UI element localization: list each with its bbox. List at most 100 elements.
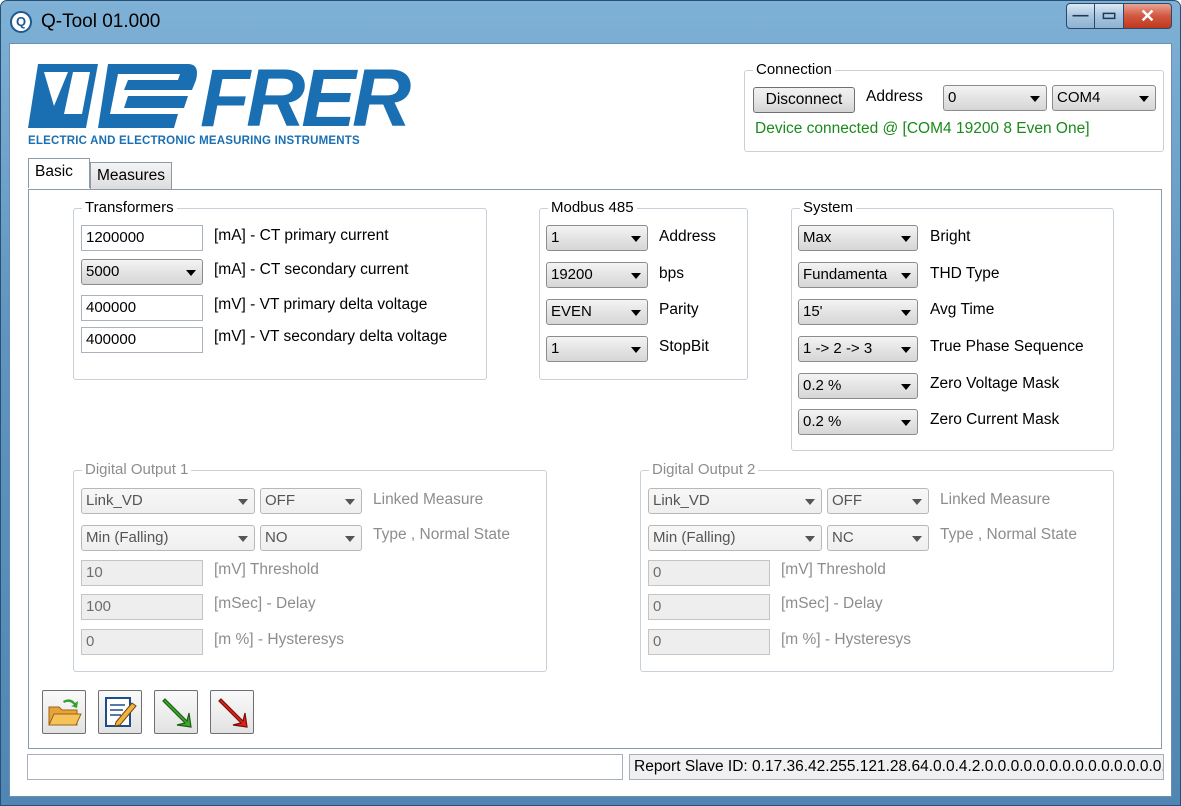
svg-text:FRER: FRER [200, 58, 411, 136]
chevron-down-icon [912, 499, 922, 505]
transformers-group: Transformers 1200000 [mA] - CT primary c… [73, 199, 487, 380]
ct-secondary-select[interactable]: 5000 [81, 259, 203, 285]
address-label: Address [866, 88, 923, 105]
stopbit-select[interactable]: 1 [546, 336, 648, 362]
do2-measure-select[interactable]: Link_VD [648, 488, 822, 514]
do1-state-select[interactable]: OFF [260, 488, 362, 514]
baud-label: bps [659, 265, 684, 282]
thd-type-select[interactable]: Fundamenta [798, 262, 918, 288]
do1-type-select[interactable]: Min (Falling) [81, 525, 255, 551]
zero-current-mask-label: Zero Current Mask [930, 411, 1060, 428]
do1-linked-label: Linked Measure [373, 491, 484, 508]
do1-delay-label: [mSec] - Delay [214, 595, 316, 612]
tab-measures[interactable]: Measures [90, 162, 172, 190]
connection-group: Connection Disconnect Address 0 COM4 Dev… [744, 61, 1164, 152]
do1-type-label: Type , Normal State [373, 526, 510, 543]
modbus-address-label: Address [659, 228, 716, 245]
chevron-down-icon [901, 384, 911, 390]
green-arrow-icon [162, 698, 192, 728]
phase-sequence-select[interactable]: 1 -> 2 -> 3 [798, 336, 918, 362]
avg-time-label: Avg Time [930, 301, 995, 318]
chevron-down-icon [238, 499, 248, 505]
do2-delay-input[interactable]: 0 [648, 594, 770, 620]
close-button[interactable]: ✕ [1124, 3, 1172, 29]
do2-threshold-input[interactable]: 0 [648, 560, 770, 586]
vt-secondary-label: [mV] - VT secondary delta voltage [214, 328, 448, 345]
digital-output-2-label: Digital Output 2 [649, 461, 759, 478]
status-left [27, 754, 623, 780]
stopbit-label: StopBit [659, 338, 709, 355]
parity-select[interactable]: EVEN [546, 299, 648, 325]
do1-threshold-label: [mV] Threshold [214, 561, 319, 578]
do1-delay-input[interactable]: 100 [81, 594, 203, 620]
parity-label: Parity [659, 301, 699, 318]
digital-output-2-group: Digital Output 2 Link_VD OFF Linked Meas… [640, 461, 1114, 672]
bright-select[interactable]: Max [798, 225, 918, 251]
disconnect-button[interactable]: Disconnect [753, 87, 855, 113]
ct-primary-input[interactable]: 1200000 [81, 225, 203, 251]
do1-measure-select[interactable]: Link_VD [81, 488, 255, 514]
red-arrow-icon [218, 698, 248, 728]
maximize-button[interactable]: ▭ [1095, 3, 1124, 29]
thd-type-label: THD Type [930, 265, 1000, 282]
chevron-down-icon [238, 536, 248, 542]
do2-threshold-label: [mV] Threshold [781, 561, 886, 578]
chevron-down-icon [345, 536, 355, 542]
do2-type-label: Type , Normal State [940, 526, 1077, 543]
do2-normal-select[interactable]: NC [827, 525, 929, 551]
chevron-down-icon [631, 310, 641, 316]
status-slave-id: Report Slave ID: 0.17.36.42.255.121.28.6… [629, 754, 1164, 780]
window-controls: — ▭ ✕ [1066, 3, 1172, 29]
vt-primary-label: [mV] - VT primary delta voltage [214, 296, 428, 313]
modbus-address-select[interactable]: 1 [546, 225, 648, 251]
chevron-down-icon [631, 236, 641, 242]
chevron-down-icon [186, 270, 196, 276]
open-button[interactable] [42, 690, 86, 734]
digital-output-1-label: Digital Output 1 [82, 461, 192, 478]
do1-threshold-input[interactable]: 10 [81, 560, 203, 586]
do2-type-select[interactable]: Min (Falling) [648, 525, 822, 551]
do2-state-select[interactable]: OFF [827, 488, 929, 514]
do1-normal-select[interactable]: NO [260, 525, 362, 551]
connection-group-label: Connection [753, 61, 835, 78]
chevron-down-icon [901, 273, 911, 279]
port-select[interactable]: COM4 [1052, 85, 1156, 111]
connection-status: Device connected @ [COM4 19200 8 Even On… [755, 120, 1090, 137]
logo-tagline: ELECTRIC AND ELECTRONIC MEASURING INSTRU… [28, 135, 360, 147]
bright-label: Bright [930, 228, 971, 245]
title-bar[interactable]: Q Q-Tool 01.000 — ▭ ✕ [1, 1, 1180, 43]
do1-hysteresis-input[interactable]: 0 [81, 629, 203, 655]
avg-time-select[interactable]: 15' [798, 299, 918, 325]
digital-output-1-group: Digital Output 1 Link_VD OFF Linked Meas… [73, 461, 547, 672]
write-button[interactable] [210, 690, 254, 734]
phase-sequence-label: True Phase Sequence [930, 338, 1084, 355]
chevron-down-icon [1030, 96, 1040, 102]
open-folder-icon [48, 699, 82, 726]
do2-hysteresis-input[interactable]: 0 [648, 629, 770, 655]
chevron-down-icon [805, 499, 815, 505]
zero-voltage-mask-select[interactable]: 0.2 % [798, 373, 918, 399]
do2-linked-label: Linked Measure [940, 491, 1051, 508]
chevron-down-icon [901, 420, 911, 426]
minimize-button[interactable]: — [1066, 3, 1095, 29]
edit-button[interactable] [98, 690, 142, 734]
read-button[interactable] [154, 690, 198, 734]
chevron-down-icon [901, 236, 911, 242]
vt-primary-input[interactable]: 400000 [81, 295, 203, 321]
address-select[interactable]: 0 [943, 85, 1047, 111]
transformers-group-label: Transformers [82, 199, 177, 216]
tab-basic[interactable]: Basic [28, 158, 90, 188]
chevron-down-icon [631, 273, 641, 279]
do1-hysteresis-label: [m %] - Hysteresys [214, 631, 345, 648]
client-area: FRER ELECTRIC AND ELECTRONIC MEASURING I… [9, 43, 1172, 797]
app-icon[interactable]: Q [10, 11, 32, 33]
baud-select[interactable]: 19200 [546, 262, 648, 288]
chevron-down-icon [631, 347, 641, 353]
vt-secondary-input[interactable]: 400000 [81, 327, 203, 353]
chevron-down-icon [901, 347, 911, 353]
zero-current-mask-select[interactable]: 0.2 % [798, 409, 918, 435]
modbus-group-label: Modbus 485 [548, 199, 637, 216]
system-group-label: System [800, 199, 857, 216]
chevron-down-icon [1139, 96, 1149, 102]
do2-hysteresis-label: [m %] - Hysteresys [781, 631, 912, 648]
